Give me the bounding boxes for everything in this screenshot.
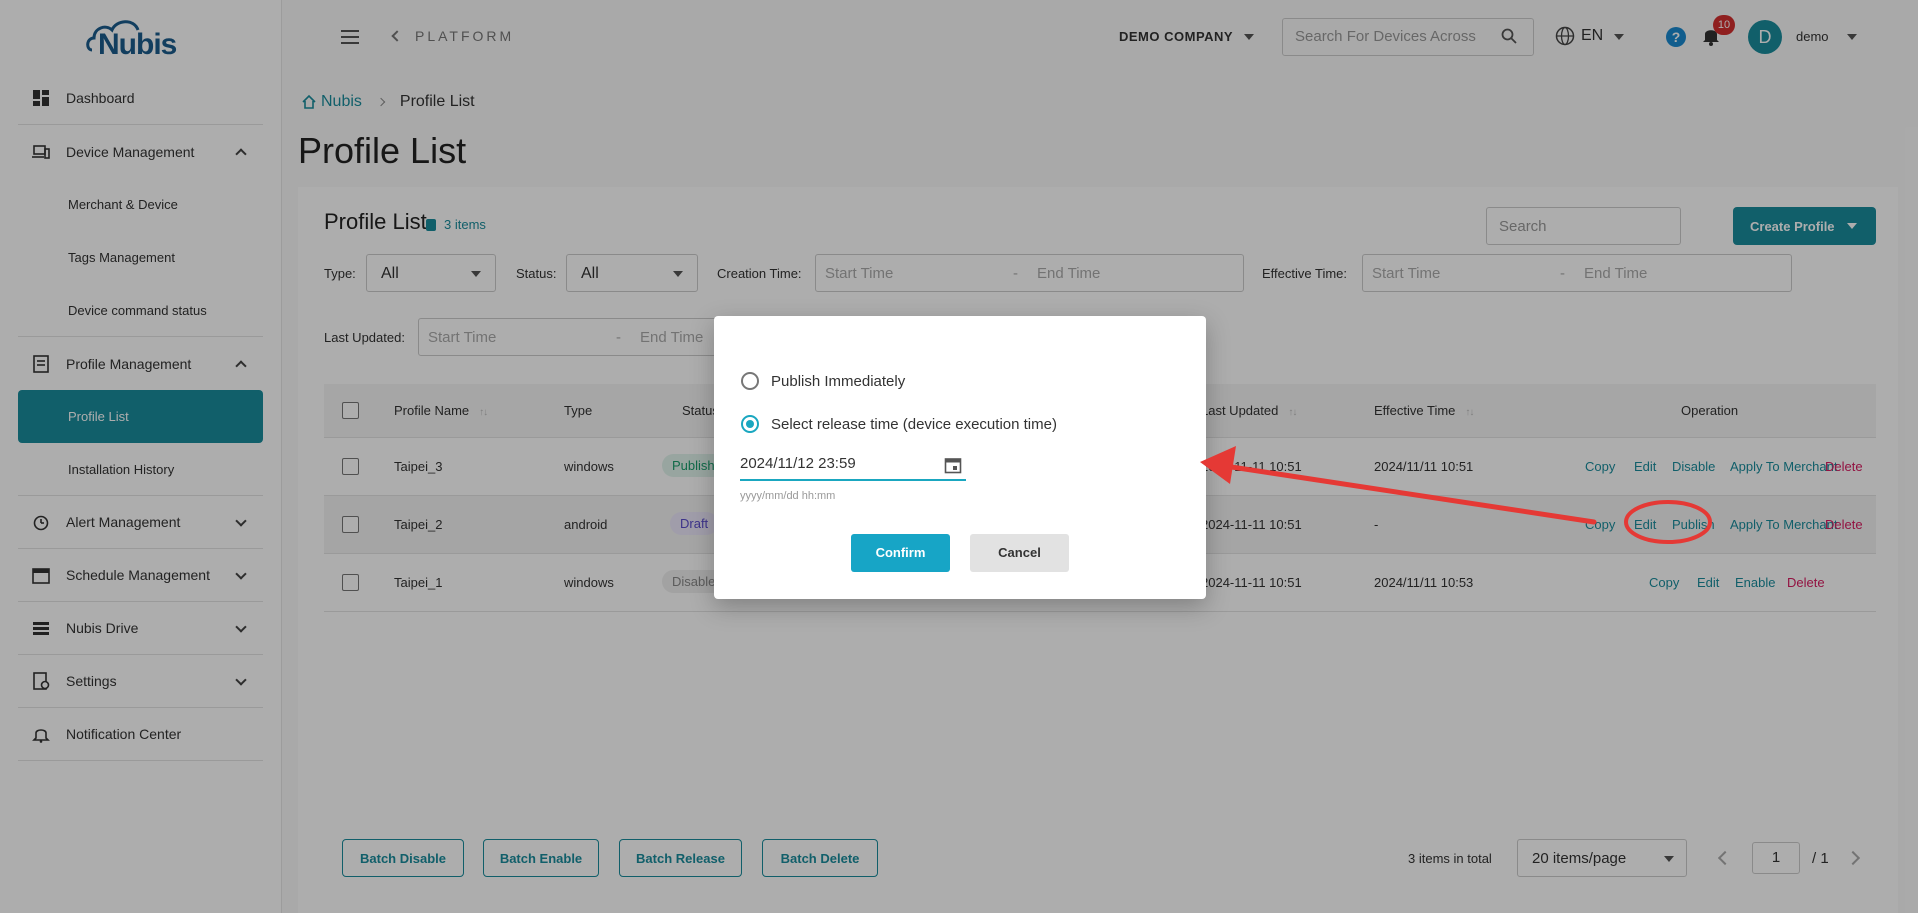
confirm-button[interactable]: Confirm <box>851 534 950 572</box>
calendar-picker-icon[interactable] <box>944 456 962 474</box>
option-label: Publish Immediately <box>771 372 906 390</box>
publish-dialog: Publish Immediately Select release time … <box>714 316 1206 599</box>
option-label: Select release time (device execution ti… <box>771 415 1057 433</box>
release-datetime-input[interactable]: 2024/11/12 23:59 <box>740 449 966 481</box>
cancel-button[interactable]: Cancel <box>970 534 1069 572</box>
datetime-format-hint: yyyy/mm/dd hh:mm <box>740 490 836 502</box>
radio-button-selected[interactable] <box>741 415 759 433</box>
scheduled-release-option[interactable]: Select release time (device execution ti… <box>741 415 1057 433</box>
radio-button[interactable] <box>741 372 759 390</box>
publish-immediately-option[interactable]: Publish Immediately <box>741 372 905 390</box>
